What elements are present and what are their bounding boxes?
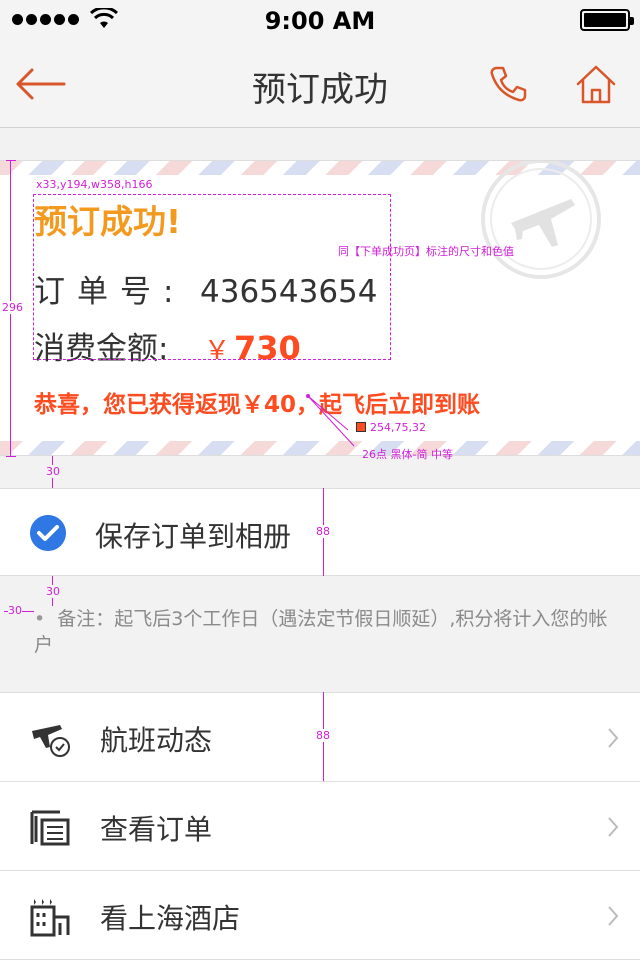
annotation-same-as-note: 同【下单成功页】标注的尺寸和色值 (338, 245, 514, 258)
phone-icon[interactable] (488, 64, 528, 104)
list-item-label: 查看订单 (100, 813, 213, 846)
home-icon[interactable] (574, 62, 618, 106)
annotation-color: 254,75,32 (370, 421, 426, 434)
navigation-bar: 预订成功 (0, 40, 640, 128)
annotation-tick (6, 456, 16, 457)
save-to-album-label: 保存订单到相册 (95, 520, 292, 553)
cashback-message: 恭喜，您已获得返现￥40，起飞后立即到账 (34, 392, 481, 418)
airplane-stamp-icon (481, 161, 601, 279)
remark-content: 备注：起飞后3个工作日（遇法定节假日顺延）,积分将计入您的帐户 (34, 608, 608, 656)
annotation-box (33, 194, 391, 360)
color-swatch (356, 422, 366, 432)
list-item-label: 看上海酒店 (100, 902, 241, 935)
chevron-right-icon (608, 817, 619, 837)
list-item-shanghai-hotels[interactable]: 看上海酒店 (0, 871, 640, 960)
order-list-icon (30, 810, 70, 846)
flight-status-icon (32, 725, 70, 757)
status-time: 9:00 AM (264, 7, 376, 35)
list-item-view-order[interactable]: 查看订单 (0, 782, 640, 871)
status-bar: 9:00 AM (0, 0, 640, 40)
annotation-gap-30: 30 (46, 585, 60, 598)
annotation-font: 26点 黑体-简 中等 (362, 448, 453, 461)
hotel-icon (30, 899, 70, 937)
annotation-box-label: x33,y194,w358,h166 (36, 178, 153, 191)
battery-icon (580, 9, 634, 31)
bullet-dot: • (34, 608, 58, 630)
annotation-row-height: 88 (316, 729, 330, 742)
list-item-label: 航班动态 (100, 724, 213, 757)
chevron-right-icon (608, 728, 619, 748)
annotation-row-height: 88 (316, 525, 330, 538)
remark-text: • 备注：起飞后3个工作日（遇法定节假日顺延）,积分将计入您的帐户 (34, 606, 614, 658)
page-title: 预订成功 (252, 70, 388, 110)
annotation-card-height: 296 (2, 301, 23, 314)
checkmark-circle-icon[interactable] (30, 515, 66, 551)
annotation-tick (6, 160, 16, 161)
annotation-pointer (306, 394, 355, 447)
annotation-indent-30: 30 (8, 604, 22, 617)
annotation-gap-30: 30 (46, 465, 60, 478)
chevron-right-icon (608, 906, 619, 926)
